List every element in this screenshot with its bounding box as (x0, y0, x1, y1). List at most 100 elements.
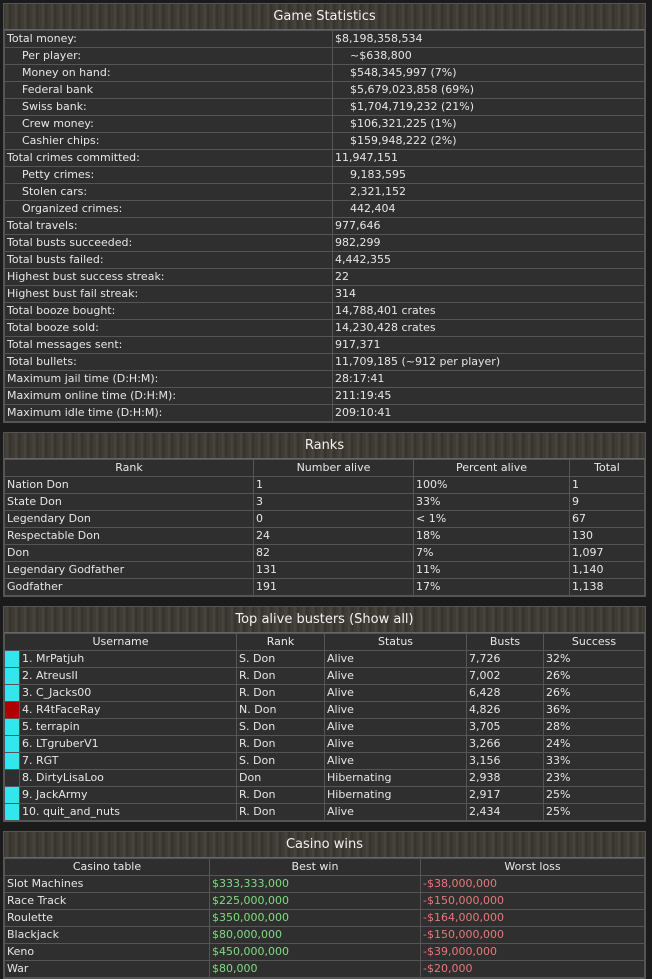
casino-worst-loss: -$38,000,000 (420, 875, 645, 893)
buster-row: 8. DirtyLisaLoo Don Hibernating 2,938 23% (4, 769, 645, 787)
stat-value: 314 (332, 285, 645, 303)
stat-row: Total busts succeeded: 982,299 (4, 234, 645, 252)
buster-username-link[interactable]: 6. LTgruberV1 (18, 735, 238, 753)
buster-success: 32% (543, 650, 645, 668)
buster-username-link[interactable]: 2. AtreusII (18, 667, 238, 685)
stat-label: Organized crimes: (4, 200, 333, 218)
casino-best-win: $225,000,000 (209, 892, 421, 910)
buster-busts: 7,002 (466, 667, 545, 685)
status-marker (4, 701, 20, 719)
stat-value: 917,371 (332, 336, 645, 354)
buster-username-link[interactable]: 7. RGT (18, 752, 238, 770)
buster-username-link[interactable]: 8. DirtyLisaLoo (18, 769, 238, 787)
game-statistics-title: Game Statistics (4, 4, 645, 30)
rank-row: Legendary Don 0 < 1% 67 (4, 510, 645, 528)
busters-column-header: Busts (466, 633, 545, 651)
stat-row: Total busts failed: 4,442,355 (4, 251, 645, 269)
stat-label: Cashier chips: (4, 132, 333, 150)
stat-label: Highest bust fail streak: (4, 285, 333, 303)
top-busters-title[interactable]: Top alive busters (Show all) (4, 607, 645, 633)
casino-worst-loss: -$20,000 (420, 960, 645, 978)
rank-cell: Nation Don (4, 476, 254, 494)
rank-cell: 24 (253, 527, 414, 545)
rank-cell: Legendary Don (4, 510, 254, 528)
casino-row: Blackjack $80,000,000 -$150,000,000 (4, 926, 645, 944)
buster-rank: S. Don (236, 752, 326, 770)
stat-row: Total booze bought: 14,788,401 crates (4, 302, 645, 320)
ranks-column-header: Rank (4, 459, 254, 477)
rank-cell: 130 (569, 527, 645, 545)
buster-busts: 2,917 (466, 786, 545, 804)
rank-cell: Godfather (4, 578, 254, 596)
buster-username-link[interactable]: 10. quit_and_nuts (18, 803, 238, 821)
rank-cell: 100% (413, 476, 570, 494)
casino-column-header: Best win (209, 858, 421, 876)
buster-status: Alive (324, 803, 468, 821)
ranks-column-header: Percent alive (413, 459, 570, 477)
ranks-table: Rank Number alive Percent alive Total Natio… (4, 459, 645, 596)
status-marker (4, 735, 20, 753)
buster-success: 26% (543, 684, 645, 702)
stat-value: $8,198,358,534 (332, 30, 645, 48)
buster-status: Alive (324, 667, 468, 685)
casino-wins-title: Casino wins (4, 832, 645, 858)
stat-value: 2,321,152 (332, 183, 645, 201)
stat-row: Highest bust fail streak: 314 (4, 285, 645, 303)
rank-cell: < 1% (413, 510, 570, 528)
stat-label: Maximum idle time (D:H:M): (4, 404, 333, 422)
stat-value: 28:17:41 (332, 370, 645, 388)
status-marker (4, 667, 20, 685)
casino-best-win: $80,000 (209, 960, 421, 978)
rank-row: Nation Don 1 100% 1 (4, 476, 645, 494)
buster-username-link[interactable]: 3. C_Jacks00 (18, 684, 238, 702)
rank-cell: 1 (569, 476, 645, 494)
buster-busts: 2,434 (466, 803, 545, 821)
rank-cell: 1,097 (569, 544, 645, 562)
rank-cell: Legendary Godfather (4, 561, 254, 579)
stat-row: Organized crimes: 442,404 (4, 200, 645, 218)
stat-row: Swiss bank: $1,704,719,232 (21%) (4, 98, 645, 116)
rank-cell: 1,138 (569, 578, 645, 596)
rank-cell: 3 (253, 493, 414, 511)
stat-label: Per player: (4, 47, 333, 65)
buster-username-link[interactable]: 4. R4tFaceRay (18, 701, 238, 719)
buster-rank: R. Don (236, 667, 326, 685)
stat-value: $1,704,719,232 (21%) (332, 98, 645, 116)
casino-table-name: Slot Machines (4, 875, 210, 893)
busters-column-header: Username (3, 633, 238, 651)
stat-label: Total bullets: (4, 353, 333, 371)
stat-value: 211:19:45 (332, 387, 645, 405)
top-busters-panel: Top alive busters (Show all) Username Ran… (3, 606, 646, 822)
rank-cell: 7% (413, 544, 570, 562)
stat-value: 22 (332, 268, 645, 286)
buster-username-link[interactable]: 1. MrPatjuh (18, 650, 238, 668)
buster-busts: 2,938 (466, 769, 545, 787)
buster-success: 25% (543, 803, 645, 821)
buster-success: 28% (543, 718, 645, 736)
stat-label: Money on hand: (4, 64, 333, 82)
status-marker (4, 752, 20, 770)
buster-rank: R. Don (236, 786, 326, 804)
status-marker (4, 718, 20, 736)
buster-status: Hibernating (324, 786, 468, 804)
casino-row: Keno $450,000,000 -$39,000,000 (4, 943, 645, 961)
stat-row: Total crimes committed: 11,947,151 (4, 149, 645, 167)
stat-value: 11,709,185 (~912 per player) (332, 353, 645, 371)
stat-value: 442,404 (332, 200, 645, 218)
stat-label: Total crimes committed: (4, 149, 333, 167)
stat-value: $5,679,023,858 (69%) (332, 81, 645, 99)
ranks-column-header: Number alive (253, 459, 414, 477)
casino-worst-loss: -$164,000,000 (420, 909, 645, 927)
stat-value: 14,230,428 crates (332, 319, 645, 337)
buster-username-link[interactable]: 5. terrapin (18, 718, 238, 736)
stat-row: Stolen cars: 2,321,152 (4, 183, 645, 201)
rank-cell: 17% (413, 578, 570, 596)
stat-label: Petty crimes: (4, 166, 333, 184)
busters-column-header: Rank (236, 633, 326, 651)
stat-row: Petty crimes: 9,183,595 (4, 166, 645, 184)
rank-row: Respectable Don 24 18% 130 (4, 527, 645, 545)
buster-username-link[interactable]: 9. JackArmy (18, 786, 238, 804)
buster-row: 5. terrapin S. Don Alive 3,705 28% (4, 718, 645, 736)
buster-row: 2. AtreusII R. Don Alive 7,002 26% (4, 667, 645, 685)
rank-cell: State Don (4, 493, 254, 511)
